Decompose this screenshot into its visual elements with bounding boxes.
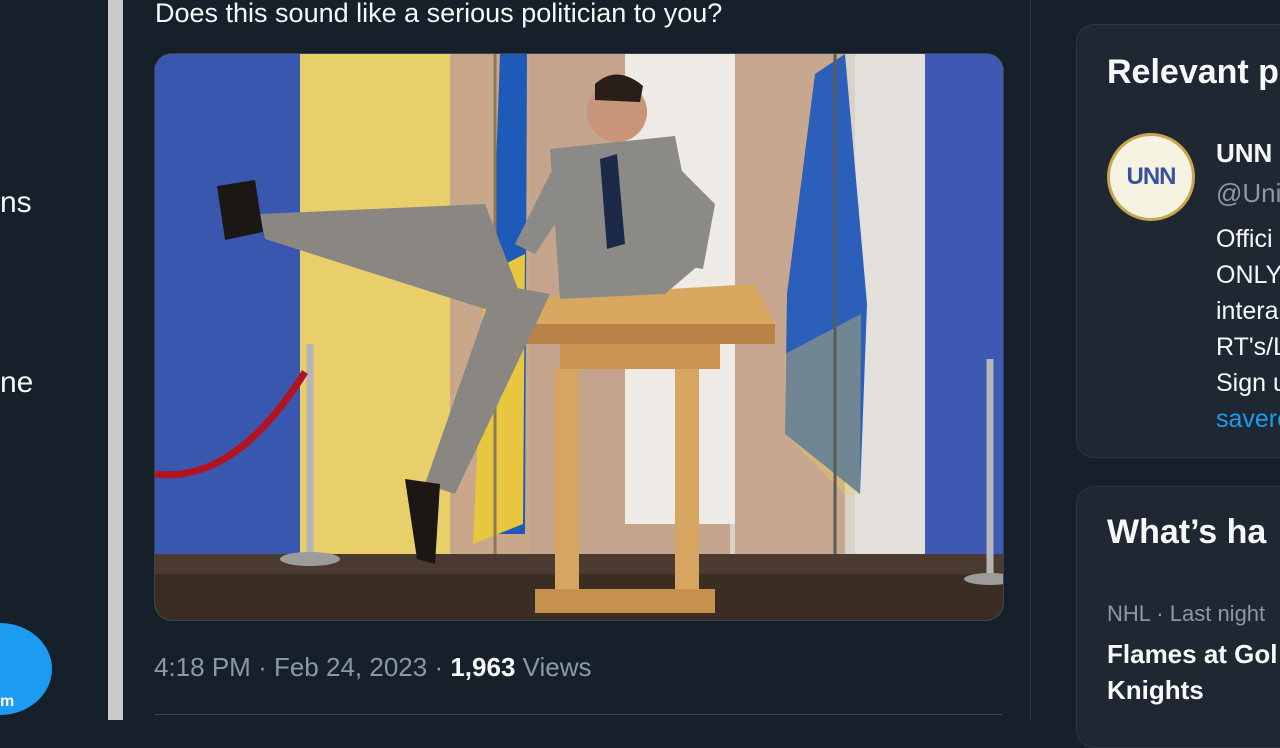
whats-happening-heading: What’s ha bbox=[1107, 513, 1267, 551]
column-divider bbox=[1030, 0, 1031, 720]
trend-title[interactable]: Flames at Gol bbox=[1107, 639, 1278, 670]
trend-title-continued[interactable]: Knights bbox=[1107, 675, 1204, 706]
divider bbox=[154, 714, 1002, 715]
views-label: Views bbox=[522, 652, 592, 682]
bio-line: RT's/L bbox=[1216, 333, 1280, 361]
trend-category: NHL · Last night bbox=[1107, 601, 1266, 626]
tweet-text: Does this sound like a serious politicia… bbox=[155, 0, 723, 28]
nav-item-profile-label[interactable]: ne bbox=[0, 366, 33, 400]
bio-line: ONLY bbox=[1216, 261, 1280, 289]
tweet-meta: 4:18 PM · Feb 24, 2023 · 1,963 Views bbox=[154, 652, 592, 683]
avatar[interactable]: UNN bbox=[1107, 133, 1195, 221]
account-handle[interactable]: @Uni bbox=[1216, 178, 1280, 209]
avatar-logo-text: UNN bbox=[1126, 163, 1177, 190]
views-count: 1,963 bbox=[450, 652, 516, 682]
relevant-people-panel: Relevant p UNN UNN @Uni Offici ONLY inte… bbox=[1076, 24, 1280, 458]
tweet-detail: Does this sound like a serious politicia… bbox=[123, 0, 1031, 720]
compose-post-label: m bbox=[0, 693, 15, 710]
tweet-image[interactable] bbox=[154, 53, 1004, 621]
tweet-time[interactable]: 4:18 PM bbox=[154, 652, 251, 682]
bio-line: Sign u bbox=[1216, 369, 1280, 397]
relevant-people-heading: Relevant p bbox=[1107, 53, 1279, 91]
tweet-date[interactable]: Feb 24, 2023 bbox=[274, 652, 427, 682]
whats-happening-panel: What’s ha NHL · Last night Flames at Gol… bbox=[1076, 486, 1280, 748]
bio-line: intera bbox=[1216, 297, 1279, 325]
meta-separator: · bbox=[258, 652, 267, 682]
bio-link[interactable]: savere bbox=[1216, 405, 1280, 434]
nav-item-communities-label[interactable]: ns bbox=[0, 186, 32, 220]
podium-photo-illustration bbox=[155, 54, 1003, 620]
account-name[interactable]: UNN bbox=[1216, 138, 1272, 169]
scrollbar-gutter[interactable] bbox=[108, 0, 123, 720]
left-sidebar: ns ne m bbox=[0, 0, 108, 720]
bio-line: Offici bbox=[1216, 225, 1273, 253]
meta-separator: · bbox=[434, 652, 444, 682]
